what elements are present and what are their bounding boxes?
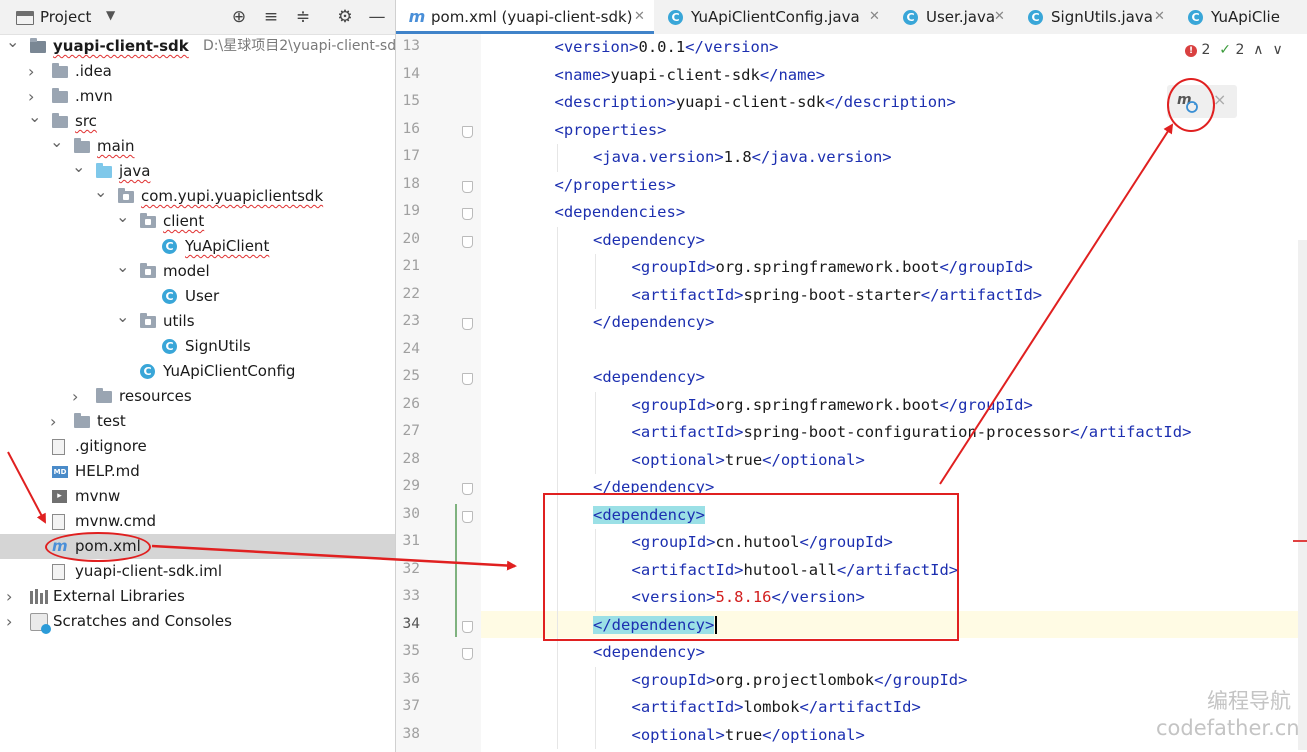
arrow-to-maven-reload [939, 123, 1174, 485]
watermark-title: 编程导航 [1207, 689, 1291, 713]
arrow-to-dependency [151, 544, 517, 571]
annotation-arrows [7, 123, 1174, 571]
watermark-url: codefather.cn [1156, 716, 1300, 740]
arrow-to-pom [7, 451, 46, 524]
